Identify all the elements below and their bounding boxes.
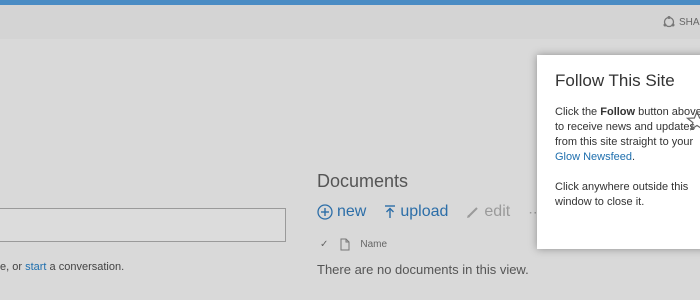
pencil-icon	[466, 205, 480, 219]
documents-title[interactable]: Documents	[317, 171, 408, 192]
follow-star-icon[interactable]	[685, 109, 700, 137]
share-button[interactable]: SHA	[663, 16, 700, 28]
upload-button[interactable]: upload	[384, 203, 448, 221]
edit-label: edit	[484, 203, 511, 220]
suite-bar	[0, 5, 700, 39]
start-conversation-link[interactable]: start	[25, 261, 46, 273]
callout-body: Click the Follow button above to receive…	[555, 105, 700, 225]
follow-site-callout: Follow This Site Click the Follow button…	[537, 55, 700, 249]
callout-close-hint: Click anywhere outside this window to cl…	[555, 181, 689, 208]
plus-circle-icon	[317, 204, 333, 220]
newsfeed-post-input[interactable]	[0, 208, 286, 242]
new-document-button[interactable]: new	[317, 203, 366, 221]
upload-icon	[384, 204, 396, 220]
new-label: new	[337, 203, 367, 220]
start-conversation-text: e, or start a conversation.	[0, 261, 124, 273]
file-type-icon	[340, 238, 350, 251]
upload-label: upload	[400, 203, 449, 220]
documents-empty-message: There are no documents in this view.	[317, 262, 529, 277]
share-icon	[663, 16, 675, 28]
body-text: Click the	[555, 106, 601, 118]
callout-instructions: Click the Follow button above to receive…	[555, 105, 700, 165]
callout-title: Follow This Site	[555, 71, 675, 90]
select-all-checkmark-icon[interactable]: ✓	[320, 239, 328, 250]
body-text: .	[632, 151, 636, 163]
column-name-header[interactable]: Name	[360, 239, 387, 250]
share-label: SHA	[679, 16, 700, 28]
edit-button[interactable]: edit	[466, 203, 510, 221]
conversation-suffix: a conversation.	[46, 261, 125, 273]
documents-column-header: ✓ Name	[320, 238, 387, 251]
documents-toolbar: new upload edit ⋯	[317, 203, 542, 221]
glow-newsfeed-link[interactable]: Glow Newsfeed	[555, 151, 632, 163]
follow-bold-text: Follow	[600, 106, 636, 118]
conversation-prefix: e, or	[0, 261, 26, 273]
